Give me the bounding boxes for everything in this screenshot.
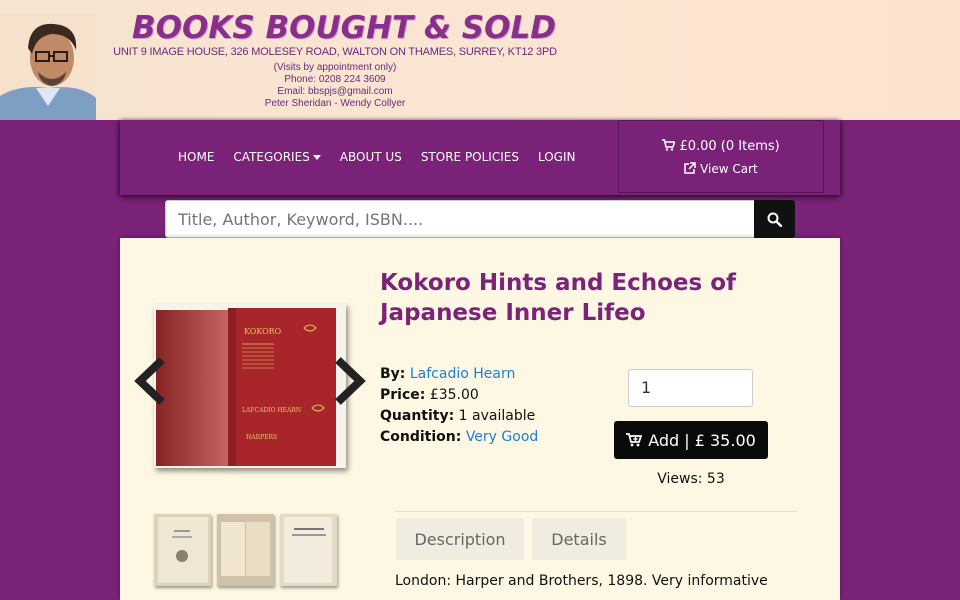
cart-plus-icon: [626, 433, 643, 447]
nav-store-policies[interactable]: STORE POLICIES: [421, 150, 519, 164]
cart-summary-text: £0.00 (0 Items): [679, 139, 780, 154]
spine-publisher: HARPERS: [246, 434, 277, 441]
thumbnail-image[interactable]: [217, 514, 274, 586]
quantity-value: 1 available: [458, 408, 536, 424]
product-panel: KOKORO LAFCADIO HEARN HARPERS Kokoro Hin…: [120, 238, 840, 600]
owner-portrait-image: [0, 14, 96, 120]
nav-about-us[interactable]: ABOUT US: [340, 150, 402, 164]
price-row: Price: £35.00: [380, 385, 538, 406]
thumbnail-strip: [154, 514, 337, 586]
view-cart-label: View Cart: [700, 162, 758, 176]
nav-home-label: HOME: [178, 150, 215, 164]
quantity-label: Quantity:: [380, 408, 455, 424]
view-cart-link[interactable]: View Cart: [619, 158, 823, 180]
search-input[interactable]: [165, 200, 755, 238]
nav-links: HOME CATEGORIES ABOUT US STORE POLICIES …: [178, 150, 595, 164]
cart-box: £0.00 (0 Items) View Cart: [618, 120, 824, 193]
nav-login[interactable]: LOGIN: [538, 150, 576, 164]
quantity-row: Quantity: 1 available: [380, 406, 538, 427]
product-meta: By: Lafcadio Hearn Price: £35.00 Quantit…: [380, 364, 538, 448]
tab-description[interactable]: Description: [396, 518, 524, 560]
search-button[interactable]: [754, 200, 795, 238]
owner-names: Peter Sheridan - Wendy Collyer: [264, 98, 406, 109]
nav-home[interactable]: HOME: [178, 150, 214, 164]
condition-label: Condition:: [380, 429, 462, 445]
add-button-label: Add | £ 35.00: [648, 430, 756, 450]
product-image-carousel: KOKORO LAFCADIO HEARN HARPERS: [154, 304, 346, 468]
product-main-image[interactable]: KOKORO LAFCADIO HEARN HARPERS: [154, 304, 346, 468]
price-value: £35.00: [429, 387, 479, 403]
book-cover-image: KOKORO LAFCADIO HEARN HARPERS: [154, 304, 346, 468]
site-banner: BOOKS BOUGHT & SOLD UNIT 9 IMAGE HOUSE, …: [0, 0, 960, 120]
nav-categories-label: CATEGORIES: [233, 150, 310, 164]
nav-policies-label: STORE POLICIES: [420, 150, 519, 164]
spine-author: LAFCADIO HEARN: [242, 407, 301, 414]
shop-title: BOOKS BOUGHT & SOLD: [132, 10, 556, 46]
caret-down-icon: [312, 154, 321, 160]
price-label: Price:: [380, 387, 426, 403]
author-link[interactable]: Lafcadio Hearn: [410, 366, 515, 382]
nav-categories[interactable]: CATEGORIES: [233, 150, 321, 164]
add-to-cart-button[interactable]: Add | £ 35.00: [614, 421, 768, 459]
search-icon: [767, 212, 782, 227]
thumbnail-image[interactable]: [154, 514, 211, 586]
condition-link[interactable]: Very Good: [466, 429, 538, 445]
external-link-icon: [684, 162, 696, 174]
thumbnail-image[interactable]: [280, 514, 337, 586]
views-count: Views: 53: [657, 471, 725, 487]
shopping-cart-icon: [662, 139, 676, 151]
cart-summary[interactable]: £0.00 (0 Items): [619, 136, 823, 158]
quantity-input[interactable]: 1: [628, 369, 753, 407]
shop-address: UNIT 9 IMAGE HOUSE, 326 MOLESEY ROAD, WA…: [113, 46, 557, 58]
product-title: Kokoro Hints and Echoes of Japanese Inne…: [380, 270, 737, 326]
chevron-left-icon[interactable]: [132, 356, 166, 406]
main-navbar: HOME CATEGORIES ABOUT US STORE POLICIES …: [120, 120, 840, 195]
nav-about-label: ABOUT US: [339, 150, 402, 164]
by-label: By:: [380, 366, 406, 382]
divider: [395, 511, 797, 512]
tab-details[interactable]: Details: [532, 518, 626, 560]
condition-row: Condition: Very Good: [380, 427, 538, 448]
author-row: By: Lafcadio Hearn: [380, 364, 538, 385]
chevron-right-icon[interactable]: [334, 356, 368, 406]
nav-login-label: LOGIN: [537, 150, 576, 164]
description-text: London: Harper and Brothers, 1898. Very …: [395, 573, 768, 589]
spine-title: KOKORO: [244, 327, 282, 336]
